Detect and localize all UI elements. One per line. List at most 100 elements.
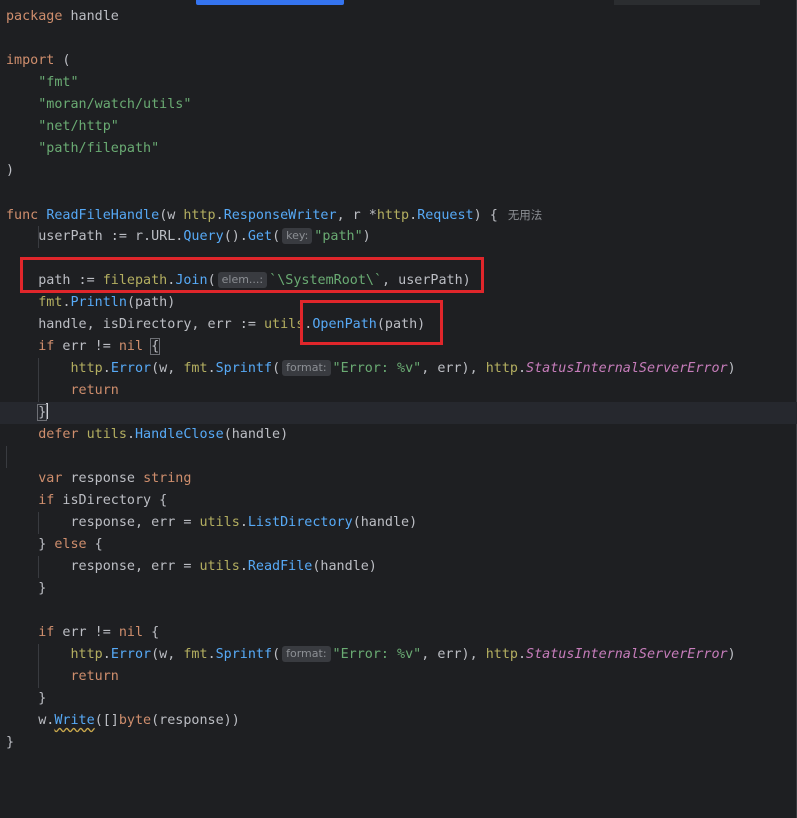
code-line-7: "path/filepath" xyxy=(0,138,797,160)
code-line-26: response, err = utils.ReadFile(handle) xyxy=(0,556,797,578)
code-text: , err), xyxy=(421,647,486,662)
keyword: else xyxy=(54,537,87,552)
code-line-21 xyxy=(0,446,797,468)
code-line-1: package handle xyxy=(0,6,797,28)
type-ref: ResponseWriter xyxy=(223,208,337,223)
code-line-25: } else { xyxy=(0,534,797,556)
code-text: , userPath) xyxy=(382,273,471,288)
punct: ( xyxy=(207,273,216,288)
punct: ) xyxy=(727,647,736,662)
method-call-warning[interactable]: Write xyxy=(54,713,94,728)
punct: } xyxy=(6,735,15,750)
import-string: "net/http" xyxy=(38,119,119,134)
code-line-17: http.Error(w, fmt.Sprintf(format: "Error:… xyxy=(0,358,797,380)
code-line-13: path := filepath.Join(elem...: `\SystemRo… xyxy=(0,270,797,292)
method-call: OpenPath xyxy=(312,317,377,332)
type-ref: Request xyxy=(417,208,474,223)
punct: } xyxy=(38,581,47,596)
code-line-4: "fmt" xyxy=(0,72,797,94)
punct: . xyxy=(517,361,527,376)
package-ref: http xyxy=(485,647,518,662)
punct: . xyxy=(62,295,71,310)
code-text: w. xyxy=(38,713,55,728)
punct: ([] xyxy=(94,713,119,728)
code-text: response, err = xyxy=(70,559,200,574)
code-text: handle, isDirectory, err := xyxy=(38,317,264,332)
import-string: "fmt" xyxy=(38,75,79,90)
code-text: (w, xyxy=(151,647,184,662)
package-ref: filepath xyxy=(102,273,168,288)
string-literal: "path" xyxy=(314,229,363,244)
package-ref: utils xyxy=(86,427,127,442)
keyword: return xyxy=(70,669,119,684)
constant-ref: StatusInternalServerError xyxy=(526,361,728,376)
param-hint: format: xyxy=(282,646,331,662)
code-editor[interactable]: package handle import ( "fmt" "moran/wat… xyxy=(0,6,797,754)
punct: . xyxy=(126,427,135,442)
code-line-34: } xyxy=(0,732,797,754)
active-tab-indicator xyxy=(196,0,344,5)
method-call: Sprintf xyxy=(215,647,273,662)
code-line-19-current[interactable]: } xyxy=(0,402,797,424)
keyword: nil xyxy=(118,339,144,354)
code-line-30: http.Error(w, fmt.Sprintf(format: "Error:… xyxy=(0,644,797,666)
package-ref: http xyxy=(70,647,103,662)
punct: ) xyxy=(6,163,15,178)
method-call: HandleClose xyxy=(135,427,224,442)
keyword: var xyxy=(38,471,63,486)
code-line-32: } xyxy=(0,688,797,710)
package-ref: http xyxy=(376,208,410,223)
code-line-22: var response string xyxy=(0,468,797,490)
package-ref: fmt xyxy=(183,361,208,376)
keyword: import xyxy=(6,53,55,68)
punct: (w xyxy=(159,208,184,223)
punct: . xyxy=(102,361,111,376)
punct: . xyxy=(517,647,527,662)
keyword: string xyxy=(143,471,192,486)
package-ref: utils xyxy=(263,317,305,332)
code-line-3: import ( xyxy=(0,50,797,72)
punct: . xyxy=(409,208,418,223)
punct: ( xyxy=(272,361,281,376)
method-call: Error xyxy=(110,647,152,662)
package-ref: utils xyxy=(199,559,240,574)
function-name[interactable]: ReadFileHandle xyxy=(46,208,159,223)
code-text: isDirectory { xyxy=(54,493,168,508)
param-hint: elem...: xyxy=(217,272,268,288)
code-text: (handle) xyxy=(352,515,418,530)
punct: . xyxy=(207,647,216,662)
keyword: if xyxy=(38,339,55,354)
punct: ( xyxy=(54,53,71,68)
punct: { xyxy=(151,625,160,640)
method-call: Query xyxy=(183,229,224,244)
package-ref: http xyxy=(70,361,103,376)
code-line-8: ) xyxy=(0,160,797,182)
keyword: nil xyxy=(118,625,144,640)
param-hint: format: xyxy=(282,360,331,376)
method-call: Join xyxy=(175,273,208,288)
code-line-6: "net/http" xyxy=(0,116,797,138)
code-line-27: } xyxy=(0,578,797,600)
code-text: response xyxy=(62,471,144,486)
code-text: (path) xyxy=(126,295,176,310)
package-ref: fmt xyxy=(183,647,208,662)
code-line-16: if err != nil { xyxy=(0,336,797,358)
string-literal: "Error: %v" xyxy=(332,361,422,376)
package-ref: utils xyxy=(199,515,240,530)
code-line-31: return xyxy=(0,666,797,688)
punct: ( xyxy=(272,229,281,244)
usages-hint[interactable]: 无用法 xyxy=(508,208,543,222)
method-call: Println xyxy=(70,295,127,310)
code-text: userPath := r.URL. xyxy=(38,229,184,244)
text-caret xyxy=(46,403,49,419)
code-line-14: fmt.Println(path) xyxy=(0,292,797,314)
param-hint: key: xyxy=(282,228,313,244)
punct: . xyxy=(239,515,248,530)
code-text: err != xyxy=(54,625,119,640)
code-line-29: if err != nil { xyxy=(0,622,797,644)
punct: { xyxy=(86,537,103,552)
keyword: package xyxy=(6,9,63,24)
method-call: Sprintf xyxy=(215,361,273,376)
code-text: (handle) xyxy=(223,427,289,442)
